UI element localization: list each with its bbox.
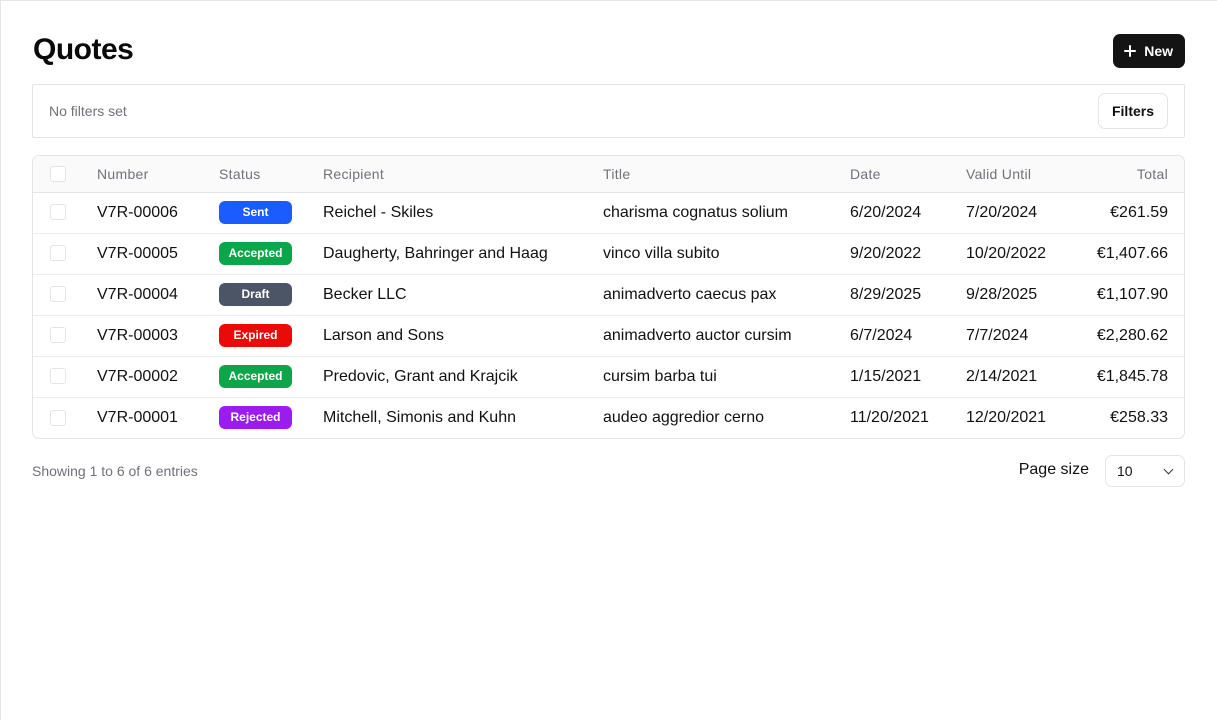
row-checkbox[interactable]	[50, 204, 66, 221]
entries-count: Showing 1 to 6 of 6 entries	[32, 463, 198, 479]
quote-title: charisma cognatus solium	[603, 192, 850, 234]
quote-total: €1,107.90	[1086, 274, 1184, 316]
table-header-row: Number Status Recipient Title Date Valid…	[33, 156, 1184, 193]
quote-total: €1,845.78	[1086, 356, 1184, 398]
column-header-total[interactable]: Total	[1086, 156, 1184, 193]
quote-date: 8/29/2025	[850, 274, 966, 316]
quote-date: 6/20/2024	[850, 192, 966, 234]
column-header-recipient[interactable]: Recipient	[323, 156, 603, 193]
filter-empty-text: No filters set	[49, 103, 127, 119]
quote-title: vinco villa subito	[603, 233, 850, 275]
status-badge: Accepted	[219, 365, 292, 388]
recipient: Daugherty, Bahringer and Haag	[323, 233, 603, 275]
recipient: Mitchell, Simonis and Kuhn	[323, 408, 516, 426]
row-select-cell	[33, 397, 97, 438]
status-badge: Rejected	[219, 406, 292, 430]
status-cell: Accepted	[219, 233, 323, 275]
table-body: V7R-00006 Sent Reichel - Skiles charisma co…	[33, 192, 1184, 438]
row-checkbox[interactable]	[50, 245, 66, 262]
quote-number[interactable]: V7R-00003	[97, 315, 219, 357]
quote-title: animadverto auctor cursim	[603, 315, 850, 357]
status-cell: Rejected	[219, 397, 323, 438]
quote-title: animadverto caecus pax	[603, 274, 850, 316]
quote-number[interactable]: V7R-00002	[97, 356, 219, 398]
status-cell: Accepted	[219, 356, 323, 398]
valid-until: 2/14/2021	[966, 356, 1086, 398]
status-cell: Expired	[219, 315, 323, 357]
recipient: Reichel - Skiles	[323, 192, 603, 234]
select-all-cell	[33, 156, 97, 193]
quote-number[interactable]: V7R-00006	[97, 192, 219, 234]
valid-until: 9/28/2025	[966, 274, 1086, 316]
status-badge: Draft	[219, 283, 292, 306]
recipient: Larson and Sons	[323, 315, 603, 357]
valid-until: 7/7/2024	[966, 315, 1086, 357]
select-all-checkbox[interactable]	[50, 166, 66, 183]
quote-date: 9/20/2022	[850, 233, 966, 275]
table-row[interactable]: V7R-00005 Accepted Daugherty, Bahringer an…	[33, 233, 1184, 275]
page-size-value: 10	[1117, 463, 1133, 479]
table-row[interactable]: V7R-00003 Expired Larson and Sons animadver…	[33, 315, 1184, 357]
recipient: Becker LLC	[323, 274, 603, 316]
quotes-table: Number Status Recipient Title Date Valid…	[32, 155, 1185, 439]
quote-total: €261.59	[1086, 192, 1184, 234]
quote-date: 11/20/2021	[850, 408, 929, 426]
row-select-cell	[33, 192, 97, 234]
column-header-status[interactable]: Status	[219, 156, 323, 193]
page-header: Quotes New	[33, 1, 1185, 85]
row-select-cell	[33, 315, 97, 357]
row-select-cell	[33, 274, 97, 316]
new-button-label: New	[1144, 43, 1173, 59]
status-badge: Accepted	[219, 242, 292, 265]
column-header-number[interactable]: Number	[97, 156, 219, 193]
column-header-valid-until[interactable]: Valid Until	[966, 156, 1086, 193]
quote-date: 1/15/2021	[850, 356, 966, 398]
table-row[interactable]: V7R-00004 Draft Becker LLC animadverto caec…	[33, 274, 1184, 316]
valid-until: 10/20/2022	[966, 233, 1086, 275]
filter-bar: No filters set Filters	[32, 84, 1185, 138]
table-row[interactable]: V7R-00006 Sent Reichel - Skiles charisma co…	[33, 192, 1184, 234]
status-badge: Expired	[219, 324, 292, 347]
row-select-cell	[33, 356, 97, 398]
quote-total: €258.33	[1110, 408, 1168, 426]
quote-number[interactable]: V7R-00001	[97, 397, 219, 438]
quote-date: 6/7/2024	[850, 315, 966, 357]
quote-number[interactable]: V7R-00005	[97, 233, 219, 275]
row-checkbox[interactable]	[50, 368, 66, 385]
page-size-select[interactable]: 10	[1105, 455, 1185, 487]
row-select-cell	[33, 233, 97, 275]
page-title: Quotes	[33, 33, 134, 66]
quote-title: cursim barba tui	[603, 356, 850, 398]
row-checkbox[interactable]	[50, 286, 66, 303]
valid-until: 12/20/2021	[966, 408, 1047, 426]
page-size-label: Page size	[1018, 461, 1089, 478]
status-cell: Sent	[219, 192, 323, 234]
status-badge: Sent	[219, 201, 292, 224]
status-cell: Draft	[219, 274, 323, 316]
quote-total: €1,407.66	[1086, 233, 1184, 275]
row-checkbox[interactable]	[50, 409, 66, 426]
new-quote-button[interactable]: New	[1113, 34, 1185, 68]
valid-until: 7/20/2024	[966, 192, 1086, 234]
table-row[interactable]: V7R-00002 Accepted Predovic, Grant and Kra…	[33, 356, 1184, 398]
table-row[interactable]: V7R-00001 Rejected Mitchell, Simonis and K…	[33, 397, 1184, 438]
row-checkbox[interactable]	[50, 327, 66, 344]
quote-number[interactable]: V7R-00004	[97, 274, 219, 316]
chevron-down-icon	[1163, 464, 1174, 474]
recipient: Predovic, Grant and Krajcik	[323, 356, 603, 398]
filters-button[interactable]: Filters	[1097, 93, 1168, 129]
column-header-date[interactable]: Date	[850, 156, 966, 193]
plus-icon	[1124, 45, 1137, 57]
column-header-title[interactable]: Title	[603, 156, 850, 193]
quote-total: €2,280.62	[1086, 315, 1184, 357]
quote-title: audeo aggredior cerno	[603, 408, 765, 426]
